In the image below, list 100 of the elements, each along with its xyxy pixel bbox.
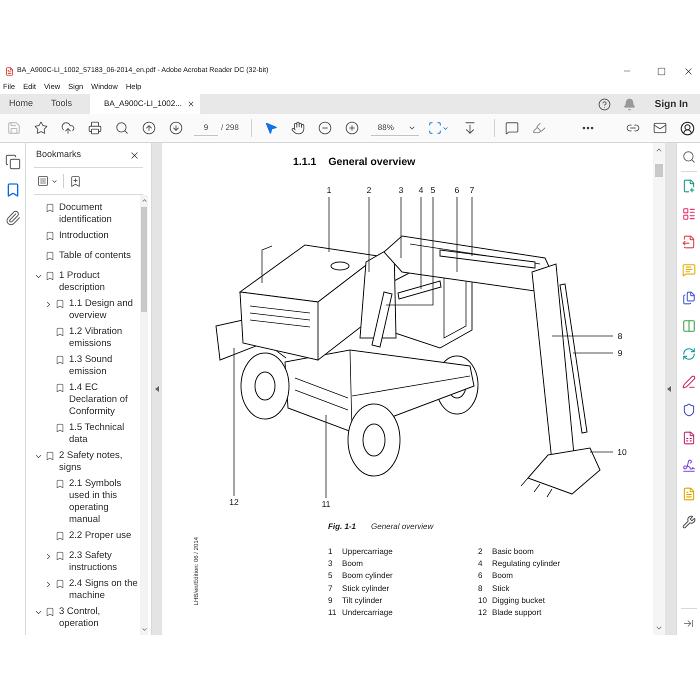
file-plus-icon[interactable] <box>682 179 696 193</box>
circular-arrows-icon[interactable] <box>682 347 696 361</box>
legend-number: 4 <box>478 559 484 570</box>
corner-brackets-icon[interactable] <box>428 121 442 135</box>
envelope-icon[interactable] <box>653 121 667 135</box>
arrow-up-circle-icon[interactable] <box>142 121 156 135</box>
bookmark-label[interactable]: 2.3 Safety instructions <box>69 550 140 574</box>
legend-label: Stick <box>492 584 510 594</box>
files-icon[interactable] <box>682 291 696 305</box>
help-icon[interactable] <box>598 98 611 110</box>
close-icon[interactable] <box>682 66 694 76</box>
maximize-icon[interactable] <box>656 66 666 76</box>
legend-number: 10 <box>478 596 488 606</box>
leader-line <box>572 352 614 354</box>
bookmark-icon <box>55 423 65 433</box>
caret-icon[interactable] <box>408 124 416 132</box>
tab[interactable]: Home <box>0 94 42 114</box>
file-arrow-icon[interactable] <box>682 235 696 249</box>
bookmark-label[interactable]: 1 Product description <box>59 270 140 294</box>
bookmark-label[interactable]: Document identification <box>59 202 140 226</box>
highlighter-icon[interactable] <box>532 121 546 135</box>
signature-icon[interactable] <box>682 459 696 473</box>
search-icon[interactable] <box>682 150 696 164</box>
search-icon[interactable] <box>115 121 129 135</box>
caret-icon[interactable] <box>442 124 450 132</box>
bookmark-label[interactable]: 1.4 EC Declaration of Conformity <box>69 382 140 418</box>
legend-number: 5 <box>328 571 334 582</box>
document-icon <box>5 66 14 76</box>
bookmark-label[interactable]: 1.5 Technical data <box>69 422 140 446</box>
callout-number: 1 <box>326 185 332 195</box>
paperclip-icon[interactable] <box>4 210 20 226</box>
scrollbar-thumb[interactable] <box>655 164 663 177</box>
bookmark-label[interactable]: 2 Safety notes, signs <box>59 450 140 474</box>
bookmark-label[interactable]: 2.4 Signs on the machine <box>69 578 140 602</box>
legend-label: Digging bucket <box>492 596 545 606</box>
hand-icon[interactable] <box>290 121 305 135</box>
shield-icon[interactable] <box>682 403 696 417</box>
arrow-to-line-icon[interactable] <box>683 618 694 629</box>
callout-number: 10 <box>617 447 627 457</box>
bookmark-label[interactable]: Introduction <box>59 230 140 242</box>
chevron-down-icon[interactable] <box>655 624 663 632</box>
bookmark-icon <box>45 607 55 617</box>
caret-icon[interactable] <box>51 178 58 184</box>
legend-number: 2 <box>478 547 484 558</box>
legend-label: Undercarriage <box>342 608 393 618</box>
legend-label: Boom cylinder <box>342 571 393 582</box>
legend-number: 8 <box>478 584 484 594</box>
list-icon[interactable] <box>682 207 696 221</box>
callout-number: 4 <box>418 185 424 195</box>
legend-number: 7 <box>328 584 334 594</box>
bookmark-icon[interactable] <box>4 182 20 198</box>
bookmark-label[interactable]: 1.3 Sound emission <box>69 354 140 378</box>
left-triangle-icon[interactable] <box>667 386 671 392</box>
legend-label: Tilt cylinder <box>342 596 382 606</box>
left-triangle-icon[interactable] <box>155 386 159 392</box>
pen-icon[interactable] <box>682 375 696 389</box>
spreadsheet-file-icon[interactable] <box>682 431 696 445</box>
minus-circle-icon[interactable] <box>318 121 332 135</box>
regulating-cylinder <box>397 280 442 300</box>
list-box-icon[interactable] <box>37 175 49 187</box>
cloud-upload-icon[interactable] <box>61 121 75 135</box>
columns-icon[interactable] <box>682 319 696 333</box>
wrench-icon[interactable] <box>682 515 696 529</box>
legend-number: 11 <box>328 608 338 618</box>
tab[interactable]: BA_A900C-LI_1002... <box>90 94 200 114</box>
scrollbar-thumb[interactable] <box>141 207 147 312</box>
close-icon[interactable] <box>186 100 195 108</box>
bookmark-label[interactable]: 1.2 Vibration emissions <box>69 326 140 350</box>
chevron-up-icon[interactable] <box>140 197 148 204</box>
user-circle-icon[interactable] <box>680 120 694 136</box>
figure-label: Fig. 1-1 <box>328 522 356 532</box>
star-icon[interactable] <box>34 121 48 135</box>
tab[interactable]: Tools <box>42 94 82 114</box>
leader-line <box>328 196 330 252</box>
callout-number: 5 <box>430 185 436 195</box>
bookmark-plus-icon[interactable] <box>69 174 82 188</box>
page-number-field[interactable]: 9 <box>194 120 218 136</box>
chevron-up-icon[interactable] <box>655 146 663 154</box>
printer-icon[interactable] <box>88 121 102 135</box>
bookmark-label[interactable]: 2.1 Symbols used in this operating manual <box>69 478 140 526</box>
chevron-down-icon[interactable] <box>140 626 148 633</box>
bookmark-label[interactable]: 2.2 Proper use <box>69 530 140 542</box>
sign-in-button[interactable]: Sign In <box>654 96 688 112</box>
bookmark-label[interactable]: 3 Control, operation <box>59 606 140 630</box>
callout-number: 3 <box>398 185 404 195</box>
bookmark-label[interactable]: 1.1 Design and overview <box>69 298 140 322</box>
legend-label: Basic boom <box>492 547 534 558</box>
bookmark-icon <box>55 327 65 337</box>
zoom-dropdown[interactable]: 88% <box>370 120 419 136</box>
plus-circle-icon[interactable] <box>344 121 359 135</box>
speech-bubble-icon[interactable] <box>504 121 519 135</box>
bookmark-label[interactable]: Table of contents <box>59 250 140 262</box>
bookmark-icon <box>55 579 65 589</box>
mirror <box>262 246 272 284</box>
pointer-icon[interactable] <box>264 121 278 135</box>
legend-label: Blade support <box>492 608 542 618</box>
close-icon[interactable] <box>129 150 140 160</box>
legend-label: Boom <box>492 571 513 582</box>
copy-icon[interactable] <box>4 154 20 170</box>
arrow-down-circle-icon[interactable] <box>169 121 183 135</box>
